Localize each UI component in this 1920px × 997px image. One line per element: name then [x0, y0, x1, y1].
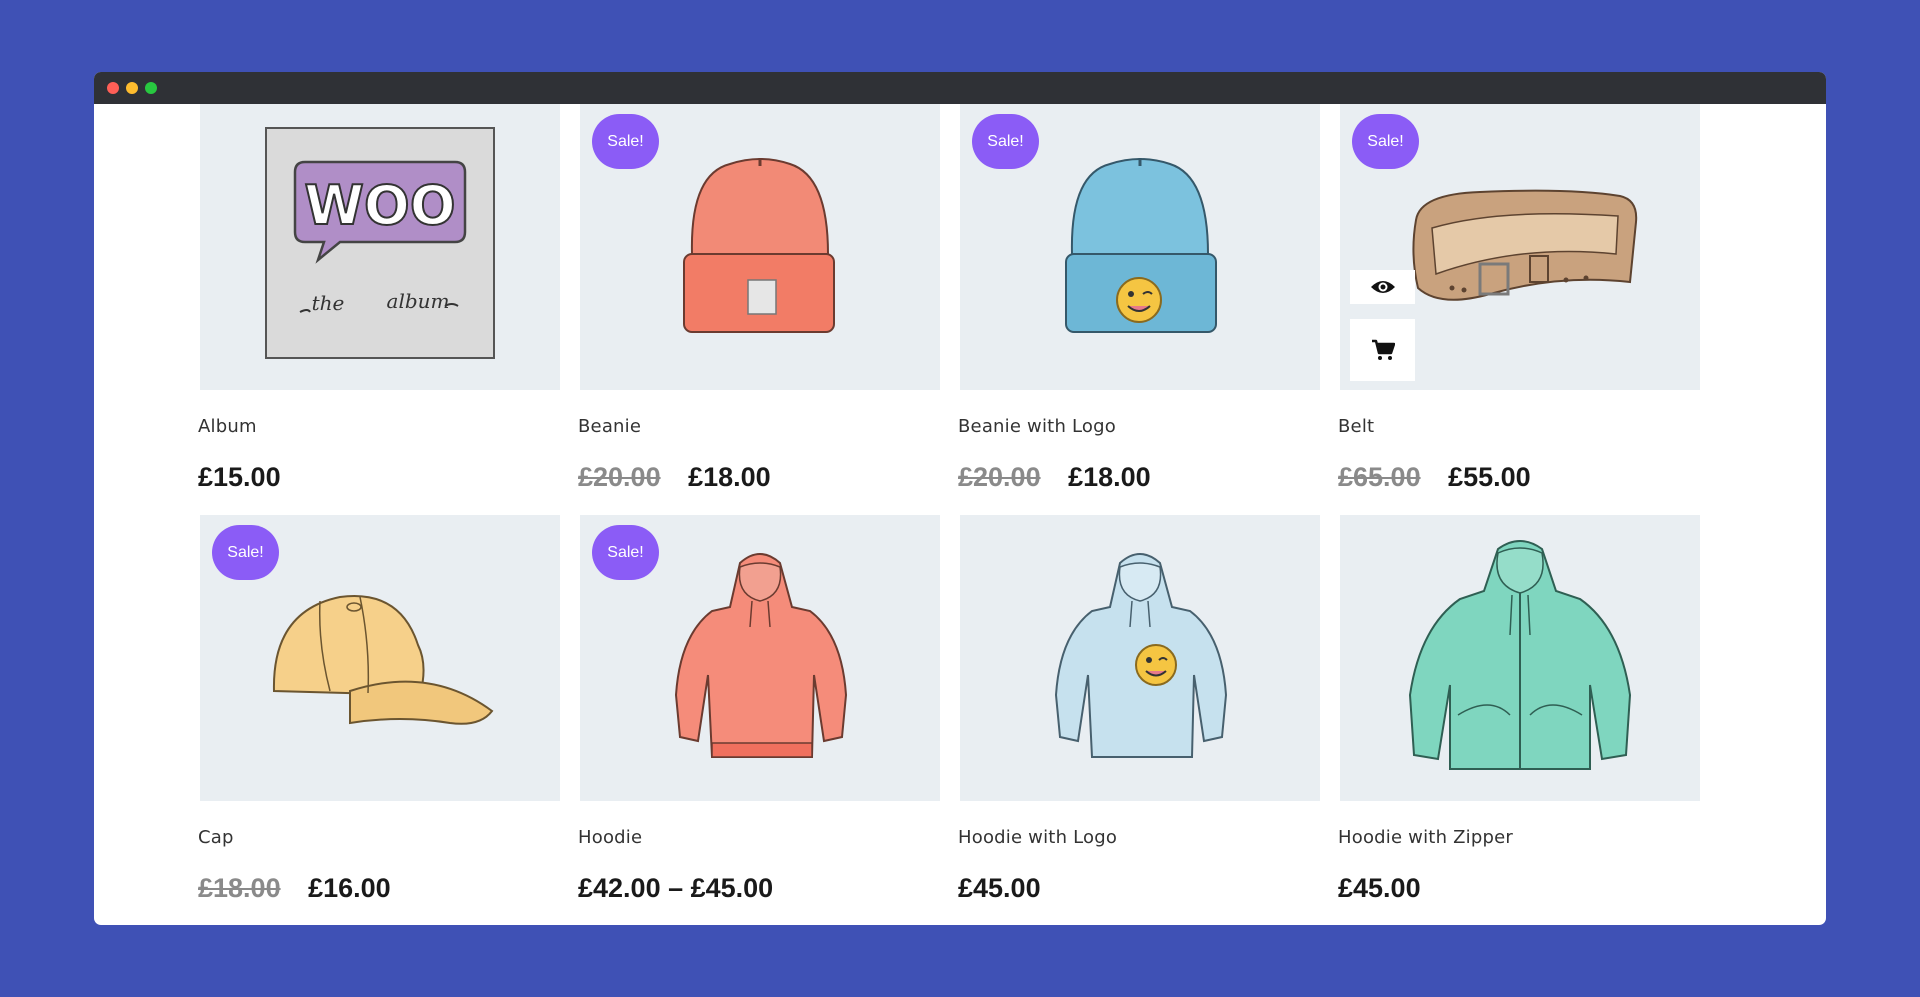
current-price: £16.00: [308, 873, 391, 903]
maximize-window-dot[interactable]: [145, 82, 157, 94]
product-image[interactable]: Sale!: [1340, 104, 1700, 390]
product-card[interactable]: Hoodie with Zipper £45.00: [1338, 515, 1701, 903]
product-title[interactable]: Cap: [198, 827, 234, 848]
original-price: £20.00: [578, 462, 661, 492]
hoodie-green-zipper-image: [1408, 540, 1632, 770]
product-card[interactable]: Hoodie with Logo £45.00: [958, 515, 1321, 903]
product-price: £18.00 £16.00: [198, 873, 391, 904]
product-title[interactable]: Beanie with Logo: [958, 416, 1116, 437]
original-price: £20.00: [958, 462, 1041, 492]
svg-text:WOO: WOO: [304, 174, 455, 237]
current-price: £45.00: [958, 873, 1041, 903]
cart-icon: [1371, 339, 1395, 360]
product-price: £15.00: [198, 462, 281, 493]
product-grid: WOO the album Album £15.00 Sale! Beanie …: [94, 104, 1826, 925]
minimize-window-dot[interactable]: [126, 82, 138, 94]
product-image[interactable]: Sale!: [580, 104, 940, 390]
current-price: £15.00: [198, 462, 281, 492]
product-image[interactable]: [1340, 515, 1700, 801]
product-image[interactable]: Sale!: [200, 515, 560, 801]
current-price: £55.00: [1448, 462, 1531, 492]
product-card[interactable]: Sale! Hoodie £42.00 – £45.00: [578, 515, 941, 903]
product-image[interactable]: Sale!: [960, 104, 1320, 390]
current-price: £18.00: [1068, 462, 1151, 492]
product-price: £45.00: [1338, 873, 1421, 904]
current-price: £42.00 – £45.00: [578, 873, 774, 903]
sale-badge: Sale!: [212, 525, 279, 580]
original-price: £65.00: [1338, 462, 1421, 492]
product-price: £42.00 – £45.00: [578, 873, 773, 904]
current-price: £18.00: [688, 462, 771, 492]
eye-icon: [1370, 281, 1395, 293]
sale-badge: Sale!: [972, 114, 1039, 169]
svg-text:album: album: [387, 289, 450, 313]
sale-badge: Sale!: [1352, 114, 1419, 169]
product-price: £45.00: [958, 873, 1041, 904]
sale-badge: Sale!: [592, 114, 659, 169]
product-card[interactable]: Sale! Beanie with Logo £20.00 £18.00: [958, 104, 1321, 492]
product-card[interactable]: Sale! Belt £65.00 £55.00: [1338, 104, 1701, 492]
sale-badge: Sale!: [592, 525, 659, 580]
product-image[interactable]: [960, 515, 1320, 801]
product-price: £20.00 £18.00: [578, 462, 771, 493]
close-window-dot[interactable]: [107, 82, 119, 94]
original-price: £18.00: [198, 873, 281, 903]
album-art-image: WOO the album: [265, 127, 495, 359]
quick-view-button[interactable]: [1350, 270, 1415, 304]
current-price: £45.00: [1338, 873, 1421, 903]
product-card[interactable]: Sale! Cap £18.00 £16.00: [198, 515, 561, 903]
browser-window: WOO the album Album £15.00 Sale! Beanie …: [94, 72, 1826, 925]
hoodie-blue-logo-image: [1054, 553, 1228, 758]
product-title[interactable]: Hoodie: [578, 827, 642, 848]
svg-text:the: the: [312, 291, 345, 315]
product-price: £20.00 £18.00: [958, 462, 1151, 493]
window-titlebar: [94, 72, 1826, 104]
product-title[interactable]: Belt: [1338, 416, 1374, 437]
add-to-cart-button[interactable]: [1350, 319, 1415, 381]
product-title[interactable]: Hoodie with Logo: [958, 827, 1117, 848]
product-card[interactable]: Sale! Beanie £20.00 £18.00: [578, 104, 941, 492]
product-price: £65.00 £55.00: [1338, 462, 1531, 493]
product-title[interactable]: Hoodie with Zipper: [1338, 827, 1513, 848]
product-image[interactable]: Sale!: [580, 515, 940, 801]
product-title[interactable]: Album: [198, 416, 257, 437]
product-image[interactable]: WOO the album: [200, 104, 560, 390]
product-card[interactable]: WOO the album Album £15.00: [198, 104, 561, 492]
product-title[interactable]: Beanie: [578, 416, 641, 437]
